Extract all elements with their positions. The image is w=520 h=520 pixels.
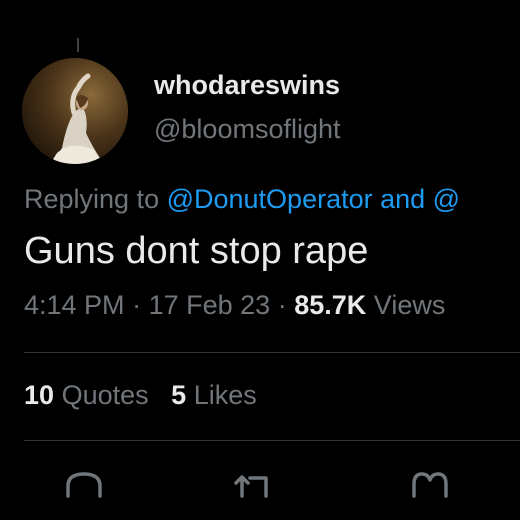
tweet-time[interactable]: 4:14 PM	[24, 290, 125, 320]
heart-icon	[412, 472, 448, 498]
reply-button[interactable]	[62, 468, 106, 498]
retweet-icon	[234, 475, 268, 498]
reply-icon	[66, 472, 102, 498]
replying-to-line: Replying to @DonutOperator and @	[24, 184, 460, 215]
views-label: Views	[373, 290, 446, 320]
replying-and-text: and	[372, 184, 433, 214]
quotes-count: 10	[24, 380, 55, 410]
meta-separator: ·	[132, 290, 142, 320]
likes-label: Likes	[193, 380, 257, 410]
meta-separator: ·	[277, 290, 287, 320]
quotes-label: Quotes	[61, 380, 149, 410]
divider	[24, 352, 520, 353]
avatar-image	[22, 58, 128, 164]
tweet-meta: 4:14 PM · 17 Feb 23 · 85.7K Views	[24, 290, 445, 321]
display-name[interactable]: whodareswins	[154, 70, 340, 101]
quotes-link[interactable]: 10 Quotes	[24, 380, 149, 410]
likes-link[interactable]: 5 Likes	[171, 380, 257, 410]
divider	[24, 440, 520, 441]
tweet-date[interactable]: 17 Feb 23	[149, 290, 271, 320]
retweet-button[interactable]	[232, 468, 276, 498]
thread-connector-line	[77, 38, 79, 52]
mention-link-donutoperator[interactable]: @DonutOperator	[167, 184, 373, 214]
views-count: 85.7K	[294, 290, 367, 320]
likes-count: 5	[171, 380, 187, 410]
tweet-text: Guns dont stop rape	[24, 230, 369, 272]
like-button[interactable]	[408, 468, 452, 498]
replying-prefix: Replying to	[24, 184, 167, 214]
user-handle[interactable]: @bloomsoflight	[154, 114, 341, 145]
avatar[interactable]	[22, 58, 128, 164]
mention-link-truncated[interactable]: @	[433, 184, 460, 214]
engagement-stats: 10 Quotes 5 Likes	[24, 380, 257, 411]
